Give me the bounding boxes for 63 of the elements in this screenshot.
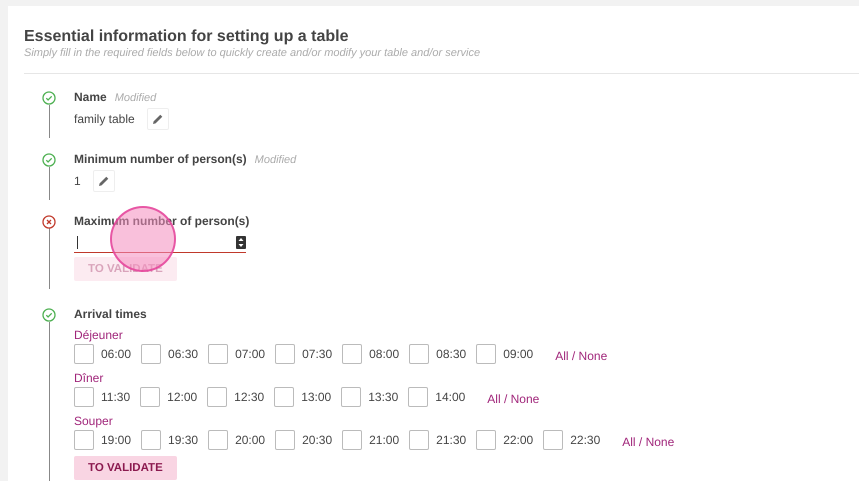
meal-group-label: Déjeuner: [74, 328, 124, 342]
time-label: 19:30: [168, 433, 198, 447]
time-checkbox[interactable]: [409, 430, 430, 450]
all-none-link[interactable]: All / None: [487, 392, 540, 406]
time-checkbox[interactable]: [408, 387, 428, 407]
time-checkbox[interactable]: [342, 430, 362, 450]
time-label: 12:00: [167, 390, 198, 404]
time-label: 12:30: [234, 390, 264, 404]
time-label: 20:00: [235, 433, 266, 447]
all-none-link[interactable]: All / None: [622, 435, 674, 449]
time-label: 20:30: [302, 433, 332, 447]
time-label: 14:00: [435, 390, 466, 404]
meal-group-label: Dîner: [74, 371, 104, 385]
field-label: Minimum number of person(s): [74, 152, 247, 166]
pencil-icon: [152, 113, 164, 125]
time-label: 06:00: [101, 347, 132, 361]
time-checkbox[interactable]: [275, 344, 296, 364]
time-checkbox[interactable]: [409, 344, 430, 364]
time-checkbox[interactable]: [543, 430, 564, 450]
time-checkbox[interactable]: [208, 344, 228, 364]
time-checkbox[interactable]: [74, 430, 94, 450]
time-label: 07:30: [302, 347, 332, 361]
edit-button[interactable]: [146, 108, 169, 130]
time-checkbox[interactable]: [141, 344, 162, 364]
all-none-link[interactable]: All / None: [555, 349, 608, 363]
field-label: Arrival times: [74, 307, 147, 321]
time-checkbox[interactable]: [476, 344, 496, 364]
field-value: family table: [74, 112, 135, 126]
time-checkbox[interactable]: [140, 387, 160, 407]
time-label: 07:00: [235, 347, 266, 361]
time-label: 08:30: [436, 347, 466, 361]
time-label: 22:30: [570, 433, 600, 447]
time-label: 08:00: [369, 347, 400, 361]
time-label: 21:00: [369, 433, 400, 447]
time-checkbox[interactable]: [275, 430, 296, 450]
section-subtitle: Simply fill in the required fields below to quickly create and/or modify your table and/or service: [24, 47, 482, 59]
time-label: 09:00: [503, 347, 534, 361]
time-checkbox[interactable]: [74, 344, 94, 364]
time-label: 06:30: [168, 347, 198, 361]
time-checkbox[interactable]: [274, 387, 294, 407]
section-title: Essential information for setting up a table: [24, 28, 350, 46]
time-label: 19:00: [101, 433, 132, 447]
time-label: 22:00: [503, 433, 534, 447]
time-checkbox[interactable]: [74, 387, 94, 407]
time-checkbox[interactable]: [208, 430, 228, 450]
time-label: 13:00: [301, 390, 332, 404]
time-checkbox[interactable]: [207, 387, 228, 407]
time-label: 21:30: [436, 433, 466, 447]
meal-group-label: Souper: [74, 414, 114, 428]
time-checkbox[interactable]: [141, 430, 162, 450]
validate-button[interactable]: TO VALIDATE: [74, 456, 177, 480]
spinner-icon: [236, 236, 246, 248]
modified-note: Modified: [254, 154, 296, 166]
edit-button[interactable]: [92, 170, 115, 192]
time-checkbox[interactable]: [342, 344, 362, 364]
time-checkbox[interactable]: [476, 430, 496, 450]
time-label: 11:30: [101, 390, 130, 404]
pencil-icon: [98, 175, 110, 187]
field-value: 1: [74, 174, 81, 188]
modified-note: Modified: [114, 92, 156, 104]
time-checkbox[interactable]: [341, 387, 362, 407]
time-label: 13:30: [368, 390, 398, 404]
field-label: Name: [74, 90, 107, 104]
